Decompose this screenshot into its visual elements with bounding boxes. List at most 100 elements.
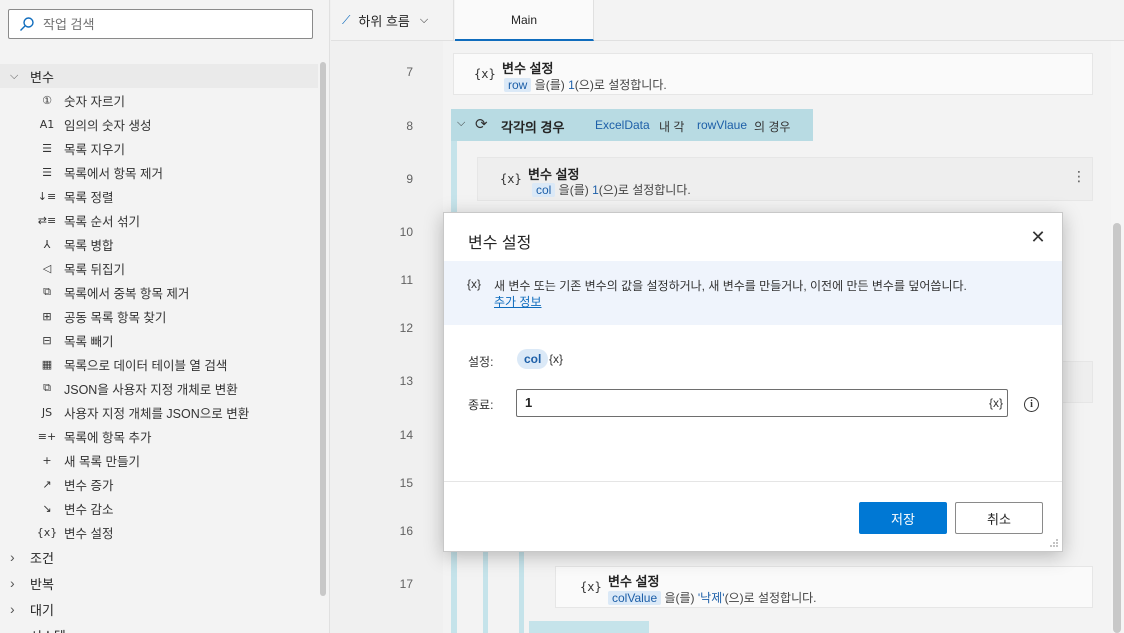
- desc-text: (으)로 설정합니다.: [724, 591, 817, 605]
- action-label: 변수 증가: [64, 478, 114, 493]
- step-description: row 을(를) 1(으)로 설정합니다.: [504, 76, 667, 93]
- step-end[interactable]: [529, 621, 649, 633]
- close-icon[interactable]: ✕: [1028, 227, 1048, 247]
- action-item[interactable]: ↓≡ 목록 정렬: [0, 184, 318, 208]
- step-set-variable-row[interactable]: {x} 변수 설정 row 을(를) 1(으)로 설정합니다.: [453, 53, 1093, 95]
- line-number: 11: [400, 273, 413, 287]
- search-box[interactable]: [8, 9, 313, 39]
- action-item[interactable]: ☰ 목록에서 항목 제거: [0, 160, 318, 184]
- group-variables[interactable]: ⌵ 변수: [0, 64, 318, 88]
- action-item[interactable]: ▦ 목록으로 데이터 테이블 열 검색: [0, 352, 318, 376]
- group-label: 변수: [30, 69, 54, 85]
- action-label: 사용자 지정 개체를 JSON으로 변환: [64, 406, 250, 421]
- variable-picker-icon[interactable]: {x}: [549, 352, 563, 366]
- action-item[interactable]: ⅄ 목록 병합: [0, 232, 318, 256]
- step-set-variable-col[interactable]: {x} 변수 설정 col 을(를) 1(으)로 설정합니다. ⋮: [477, 157, 1093, 201]
- action-item[interactable]: ↗ 변수 증가: [0, 472, 318, 496]
- actions-scrollbar[interactable]: [320, 62, 326, 596]
- action-icon: ①: [42, 93, 52, 107]
- action-item[interactable]: ☰ 목록 지우기: [0, 136, 318, 160]
- chevron-right-icon: ›: [10, 601, 15, 617]
- action-item[interactable]: ◁ 목록 뒤집기: [0, 256, 318, 280]
- action-list: ① 숫자 자르기 A1 임의의 숫자 생성 ☰ 목록 지우기 ☰ 목록에서 항목 제거 ↓≡ 목록…: [0, 88, 318, 544]
- loop-icon: ⟳: [475, 116, 488, 133]
- action-label: 목록에 항목 추가: [64, 430, 152, 445]
- resize-grip-icon[interactable]: [1049, 538, 1059, 548]
- action-item[interactable]: ① 숫자 자르기: [0, 88, 318, 112]
- variable-icon: {x}: [500, 172, 522, 186]
- step-for-each[interactable]: ⌵ ⟳ 각각의 경우 ExcelData 내 각 rowVlaue 의 경우: [451, 109, 813, 141]
- learn-more-link[interactable]: 추가 정보: [494, 293, 542, 310]
- action-item[interactable]: A1 임의의 숫자 생성: [0, 112, 318, 136]
- action-item[interactable]: ⊞ 공동 목록 항목 찾기: [0, 304, 318, 328]
- group-collapsed[interactable]: › 시스템: [0, 622, 318, 633]
- desc-text: (으)로 설정합니다.: [574, 78, 667, 92]
- action-icon: A1: [39, 117, 55, 131]
- search-input[interactable]: [43, 16, 293, 32]
- desc-text: (으)로 설정합니다.: [598, 183, 691, 197]
- tab-bar: ⟋ 하위 흐름 ⌵ Main: [331, 0, 1124, 41]
- action-label: JSON을 사용자 지정 개체로 변환: [64, 382, 238, 397]
- chevron-right-icon: ›: [10, 549, 15, 565]
- action-icon: ≡+: [37, 429, 57, 443]
- action-item[interactable]: ↘ 변수 감소: [0, 496, 318, 520]
- action-icon: ⊞: [42, 309, 52, 323]
- action-item[interactable]: ⊟ 목록 빼기: [0, 328, 318, 352]
- group-collapsed[interactable]: › 조건: [0, 544, 318, 570]
- action-icon: ⅄: [43, 237, 51, 251]
- subflow-dropdown[interactable]: ⟋ 하위 흐름 ⌵: [331, 0, 454, 40]
- action-item[interactable]: ⇄≡ 목록 순서 섞기: [0, 208, 318, 232]
- action-label: 새 목록 만들기: [64, 454, 140, 469]
- action-item[interactable]: JS 사용자 지정 개체를 JSON으로 변환: [0, 400, 318, 424]
- line-number: 16: [399, 524, 413, 538]
- value-field[interactable]: {x}: [516, 389, 1008, 417]
- more-options-icon[interactable]: ⋮: [1072, 168, 1086, 185]
- value-token: 1: [568, 78, 575, 92]
- action-item[interactable]: + 새 목록 만들기: [0, 448, 318, 472]
- value-input[interactable]: [525, 395, 965, 410]
- line-number: 8: [406, 119, 413, 133]
- flow-scrollbar[interactable]: [1113, 223, 1121, 633]
- save-button[interactable]: 저장: [859, 502, 947, 534]
- action-label: 목록 정렬: [64, 190, 114, 205]
- variable-picker-icon[interactable]: {x}: [989, 396, 1003, 410]
- desc-text: 내 각: [659, 120, 685, 134]
- info-icon[interactable]: i: [1024, 397, 1039, 412]
- variable-token: row: [504, 78, 532, 92]
- subflow-icon: ⟋: [342, 12, 351, 27]
- group-collapsed[interactable]: › 대기: [0, 596, 318, 622]
- action-icon: +: [42, 453, 52, 467]
- tab-main[interactable]: Main: [455, 0, 594, 41]
- variable-name-token[interactable]: col: [517, 349, 549, 369]
- action-item[interactable]: ⧉ JSON을 사용자 지정 개체로 변환: [0, 376, 318, 400]
- action-label: 목록에서 항목 제거: [64, 166, 163, 181]
- step-title: 각각의 경우: [501, 120, 565, 135]
- action-label: 목록으로 데이터 테이블 열 검색: [64, 358, 228, 373]
- variable-token: rowVlaue: [697, 118, 748, 132]
- action-label: 임의의 숫자 생성: [64, 118, 152, 133]
- action-icon: ☰: [42, 165, 52, 179]
- action-icon: ▦: [41, 357, 53, 371]
- action-item[interactable]: ≡+ 목록에 항목 추가: [0, 424, 318, 448]
- variable-token: ExcelData: [595, 118, 650, 132]
- action-icon: ⧉: [43, 285, 51, 298]
- step-title: 변수 설정: [502, 61, 554, 76]
- action-icon: ↓≡: [37, 189, 57, 203]
- actions-tree: ⌵ 변수 ① 숫자 자르기 A1 임의의 숫자 생성 ☰ 목록 지우기 ☰ 목록에서 항목 제…: [0, 64, 318, 633]
- line-number: 12: [399, 321, 413, 335]
- divider: [444, 481, 1062, 482]
- info-banner: {x} 새 변수 또는 기존 변수의 값을 설정하거나, 새 변수를 만들거나,…: [444, 261, 1062, 325]
- action-item[interactable]: ⧉ 목록에서 중복 항목 제거: [0, 280, 318, 304]
- line-number: 9: [406, 172, 413, 186]
- group-label: 시스템: [30, 626, 66, 633]
- group-label: 조건: [30, 550, 54, 566]
- dialog-title: 변수 설정: [468, 235, 532, 252]
- group-collapsed[interactable]: › 반복: [0, 570, 318, 596]
- action-item[interactable]: {x} 변수 설정: [0, 520, 318, 544]
- value-token: '낙제': [697, 591, 725, 605]
- cancel-button[interactable]: 취소: [955, 502, 1043, 534]
- action-label: 목록 뒤집기: [64, 262, 125, 277]
- action-icon: ⧉: [43, 381, 51, 394]
- step-set-variable-colvalue[interactable]: {x} 변수 설정 colValue 을(를) '낙제'(으)로 설정합니다.: [555, 566, 1093, 608]
- action-label: 목록 병합: [64, 238, 114, 253]
